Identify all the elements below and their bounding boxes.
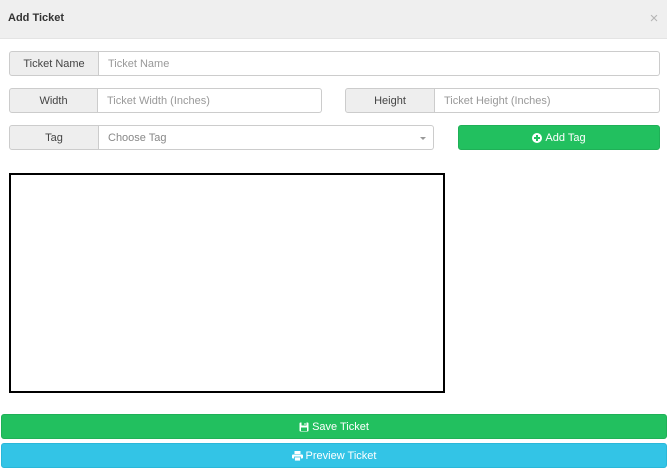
- ticket-name-label: Ticket Name: [9, 51, 99, 76]
- height-group: Height Ticket Height (Inches): [345, 88, 660, 113]
- preview-ticket-label: Preview Ticket: [305, 449, 377, 462]
- add-tag-label: Add Tag: [545, 131, 586, 144]
- printer-icon: [291, 450, 303, 461]
- close-icon[interactable]: ×: [647, 10, 661, 28]
- tag-group: Tag Choose Tag: [9, 125, 434, 150]
- ticket-canvas[interactable]: [9, 173, 445, 393]
- width-input[interactable]: Ticket Width (Inches): [98, 88, 322, 113]
- width-label: Width: [9, 88, 98, 113]
- ticket-name-group: Ticket Name Ticket Name: [9, 51, 660, 76]
- save-ticket-label: Save Ticket: [312, 420, 369, 433]
- preview-ticket-button[interactable]: Preview Ticket: [1, 443, 667, 468]
- plus-circle-icon: [532, 132, 543, 143]
- save-ticket-button[interactable]: Save Ticket: [1, 414, 667, 439]
- floppy-disk-icon: [299, 422, 309, 431]
- tag-select-value: Choose Tag: [108, 131, 167, 144]
- tag-select[interactable]: Choose Tag: [99, 125, 434, 150]
- modal-title: Add Ticket: [8, 12, 65, 24]
- height-input[interactable]: Ticket Height (Inches): [435, 88, 660, 113]
- height-label: Height: [345, 88, 435, 113]
- modal-header: Add Ticket ×: [0, 0, 667, 39]
- chevron-down-icon: [420, 137, 426, 140]
- add-tag-button[interactable]: Add Tag: [458, 125, 660, 150]
- ticket-name-input[interactable]: Ticket Name: [99, 51, 660, 76]
- width-group: Width Ticket Width (Inches): [9, 88, 322, 113]
- tag-label: Tag: [9, 125, 99, 150]
